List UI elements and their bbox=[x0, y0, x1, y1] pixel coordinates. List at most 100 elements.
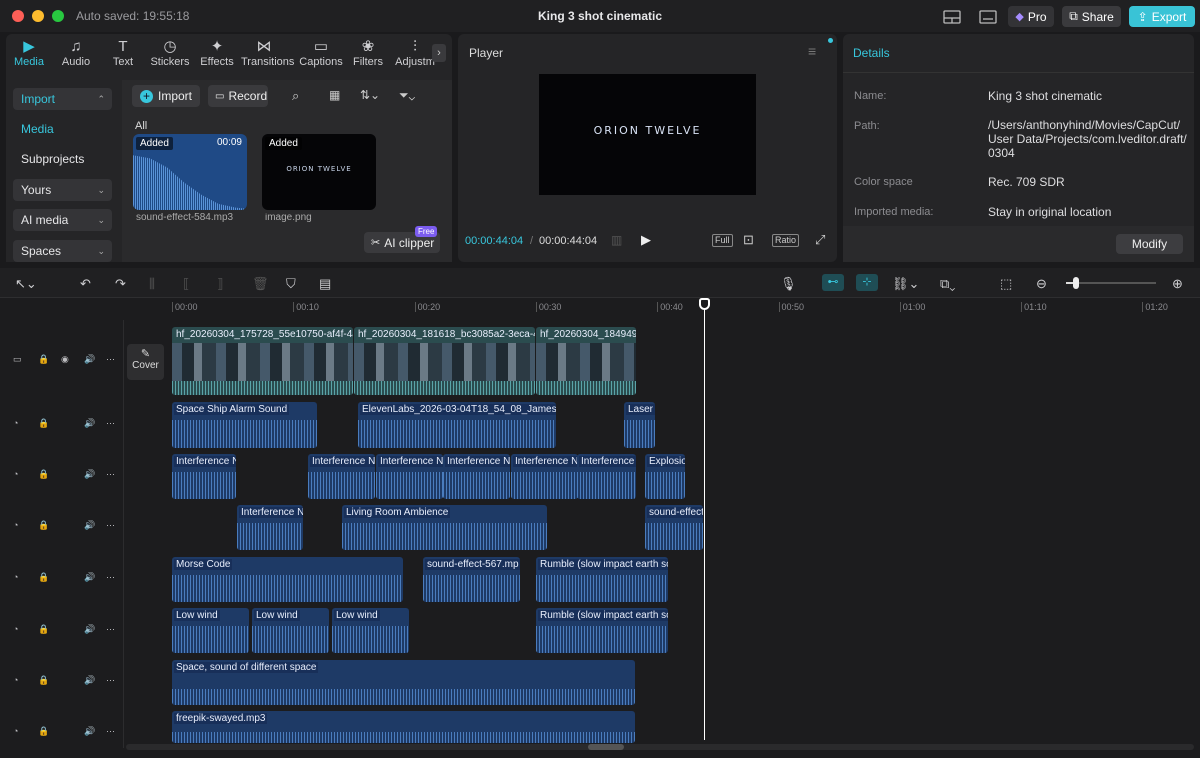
ratio-button[interactable]: Ratio bbox=[772, 234, 800, 247]
preview-axis-icon[interactable]: ⧉⌄ bbox=[940, 276, 955, 292]
volume-icon[interactable]: 🔊 bbox=[84, 469, 95, 480]
zoom-preview-icon[interactable]: ⊡ bbox=[743, 232, 754, 248]
keyboard-icon[interactable] bbox=[978, 6, 998, 27]
cover-button[interactable]: ✎ Cover bbox=[127, 344, 164, 380]
marker-icon[interactable]: ⛉ bbox=[286, 276, 296, 292]
more-icon[interactable]: ⋯ bbox=[106, 675, 115, 686]
more-icon[interactable]: ⋯ bbox=[106, 418, 115, 429]
sidebar-item-spaces[interactable]: Spaces ⌄ bbox=[13, 240, 112, 262]
audio-clip[interactable]: Low wind bbox=[172, 608, 249, 653]
volume-icon[interactable]: 🔊 bbox=[84, 675, 95, 686]
play-icon[interactable]: ▶ bbox=[641, 232, 651, 248]
volume-icon[interactable]: 🔊 bbox=[84, 418, 95, 429]
playhead[interactable] bbox=[699, 298, 710, 740]
audio-clip[interactable]: Morse Code bbox=[172, 557, 403, 602]
fullscreen-icon[interactable]: ⤢ bbox=[815, 232, 825, 248]
media-item-audio[interactable]: Added 00:09 bbox=[133, 134, 247, 210]
modify-button[interactable]: Modify bbox=[1116, 234, 1183, 254]
audio-clip[interactable]: ElevenLabs_2026-03-04T18_54_08_James - bbox=[358, 402, 556, 448]
auto-snap-icon[interactable]: ⊹ bbox=[856, 274, 878, 291]
more-icon[interactable]: ⋯ bbox=[106, 624, 115, 635]
volume-icon[interactable]: 🔊 bbox=[84, 572, 95, 583]
split-icon[interactable]: ⫼ bbox=[149, 276, 155, 292]
sidebar-item-yours[interactable]: Yours ⌄ bbox=[13, 179, 112, 201]
playhead-handle[interactable] bbox=[699, 298, 710, 310]
audio-clip[interactable]: Living Room Ambience bbox=[342, 505, 547, 550]
track-type-icon[interactable]: ◔ bbox=[13, 469, 18, 479]
sidebar-item-media[interactable]: Media bbox=[13, 118, 112, 140]
audio-clip[interactable]: Interference N bbox=[237, 505, 303, 550]
tab-captions[interactable]: ▭ Captions bbox=[298, 38, 344, 68]
preview-canvas[interactable]: ORION TWELVE bbox=[539, 74, 756, 195]
audio-clip[interactable]: Rumble (slow impact earth so bbox=[536, 608, 668, 653]
more-icon[interactable]: ⋯ bbox=[106, 354, 115, 365]
audio-clip[interactable]: Low wind bbox=[252, 608, 329, 653]
lock-icon[interactable]: 🔒 bbox=[38, 520, 49, 531]
grid-view-icon[interactable]: ▦ bbox=[329, 88, 340, 102]
tab-text[interactable]: T Text bbox=[100, 38, 146, 68]
audio-clip[interactable]: Interference N bbox=[443, 454, 510, 499]
sidebar-item-import[interactable]: Import ⌃ bbox=[13, 88, 112, 110]
sidebar-item-ai-media[interactable]: AI media ⌄ bbox=[13, 209, 112, 231]
lock-icon[interactable]: 🔒 bbox=[38, 675, 49, 686]
split-right-icon[interactable]: ⟧ bbox=[217, 276, 223, 292]
tab-transitions[interactable]: ⋈ Transitions bbox=[241, 38, 294, 68]
scrollbar-thumb[interactable] bbox=[588, 744, 624, 750]
import-button[interactable]: + Import bbox=[132, 85, 200, 107]
more-icon[interactable]: ⋯ bbox=[106, 520, 115, 531]
audio-clip[interactable]: Interference N bbox=[308, 454, 375, 499]
lock-icon[interactable]: 🔒 bbox=[38, 354, 49, 365]
track-type-icon[interactable]: ◔ bbox=[13, 418, 18, 428]
volume-icon[interactable]: 🔊 bbox=[84, 354, 95, 365]
audio-clip[interactable]: Laser G bbox=[624, 402, 655, 448]
more-icon[interactable]: ⋯ bbox=[106, 726, 115, 737]
volume-icon[interactable]: 🔊 bbox=[84, 520, 95, 531]
link-icon[interactable]: ⛓⌄ bbox=[892, 276, 919, 292]
split-left-icon[interactable]: ⟦ bbox=[183, 276, 189, 292]
share-button[interactable]: ⧉ Share bbox=[1062, 6, 1121, 27]
search-icon[interactable]: ⌕ bbox=[292, 88, 299, 104]
tabs-scroll-right-button[interactable]: › bbox=[432, 44, 446, 62]
export-button[interactable]: ⇪ Export bbox=[1129, 6, 1195, 27]
audio-clip[interactable]: Space Ship Alarm Sound bbox=[172, 402, 317, 448]
zoom-slider-handle[interactable] bbox=[1073, 277, 1079, 289]
track-type-icon[interactable]: ◔ bbox=[13, 572, 18, 582]
video-clip[interactable]: hf_20260304_181618_bc3085a2-3eca-4 bbox=[354, 327, 535, 395]
zoom-slider[interactable] bbox=[1066, 277, 1156, 289]
track-type-icon[interactable]: ◔ bbox=[13, 675, 18, 685]
media-item-image[interactable]: ORION TWELVE Added bbox=[262, 134, 376, 210]
tab-stickers[interactable]: ◷ Stickers bbox=[147, 38, 193, 68]
lock-icon[interactable]: 🔒 bbox=[38, 726, 49, 737]
fit-icon[interactable]: ⬚ bbox=[1000, 276, 1012, 292]
audio-clip[interactable]: Interference N bbox=[511, 454, 578, 499]
microphone-icon[interactable]: 🎙 bbox=[780, 276, 797, 292]
pro-button[interactable]: ◆ Pro bbox=[1008, 6, 1054, 27]
track-type-icon[interactable]: ◔ bbox=[13, 520, 18, 530]
audio-clip[interactable]: Interference bbox=[577, 454, 636, 499]
lock-icon[interactable]: 🔒 bbox=[38, 624, 49, 635]
audio-clip[interactable]: freepik-swayed.mp3 bbox=[172, 711, 635, 743]
audio-clip[interactable]: Explosio bbox=[645, 454, 685, 499]
audio-clip[interactable]: sound-effect-567.mp bbox=[423, 557, 520, 602]
record-button[interactable]: ▭ Record bbox=[208, 85, 268, 107]
audio-clip[interactable]: Interference N bbox=[172, 454, 236, 499]
track-type-icon[interactable]: ◔ bbox=[13, 624, 18, 634]
layout-icon[interactable] bbox=[942, 6, 962, 27]
undo-icon[interactable]: ↶ bbox=[80, 276, 91, 292]
filter-icon[interactable]: ⏷⌄ bbox=[399, 88, 415, 103]
select-tool-icon[interactable]: ↖⌄ bbox=[15, 276, 37, 292]
frames-icon[interactable]: ▥ bbox=[611, 233, 622, 247]
magnet-toggle-icon[interactable]: ⊷ bbox=[822, 274, 844, 291]
tab-media[interactable]: ▶ Media bbox=[6, 38, 52, 68]
sort-icon[interactable]: ⇅⌄ bbox=[360, 88, 380, 102]
lock-icon[interactable]: 🔒 bbox=[38, 418, 49, 429]
horizontal-scrollbar[interactable] bbox=[126, 744, 1194, 750]
audio-clip[interactable]: Rumble (slow impact earth so bbox=[536, 557, 668, 602]
audio-clip[interactable]: sound-effect bbox=[645, 505, 703, 550]
visibility-icon[interactable]: ◉ bbox=[61, 354, 69, 365]
volume-icon[interactable]: 🔊 bbox=[84, 624, 95, 635]
thumbnail-icon[interactable]: ▤ bbox=[319, 276, 331, 292]
full-quality-button[interactable]: Full bbox=[712, 234, 733, 247]
more-icon[interactable]: ⋯ bbox=[106, 572, 115, 583]
track-type-icon[interactable]: ◔ bbox=[13, 726, 18, 736]
